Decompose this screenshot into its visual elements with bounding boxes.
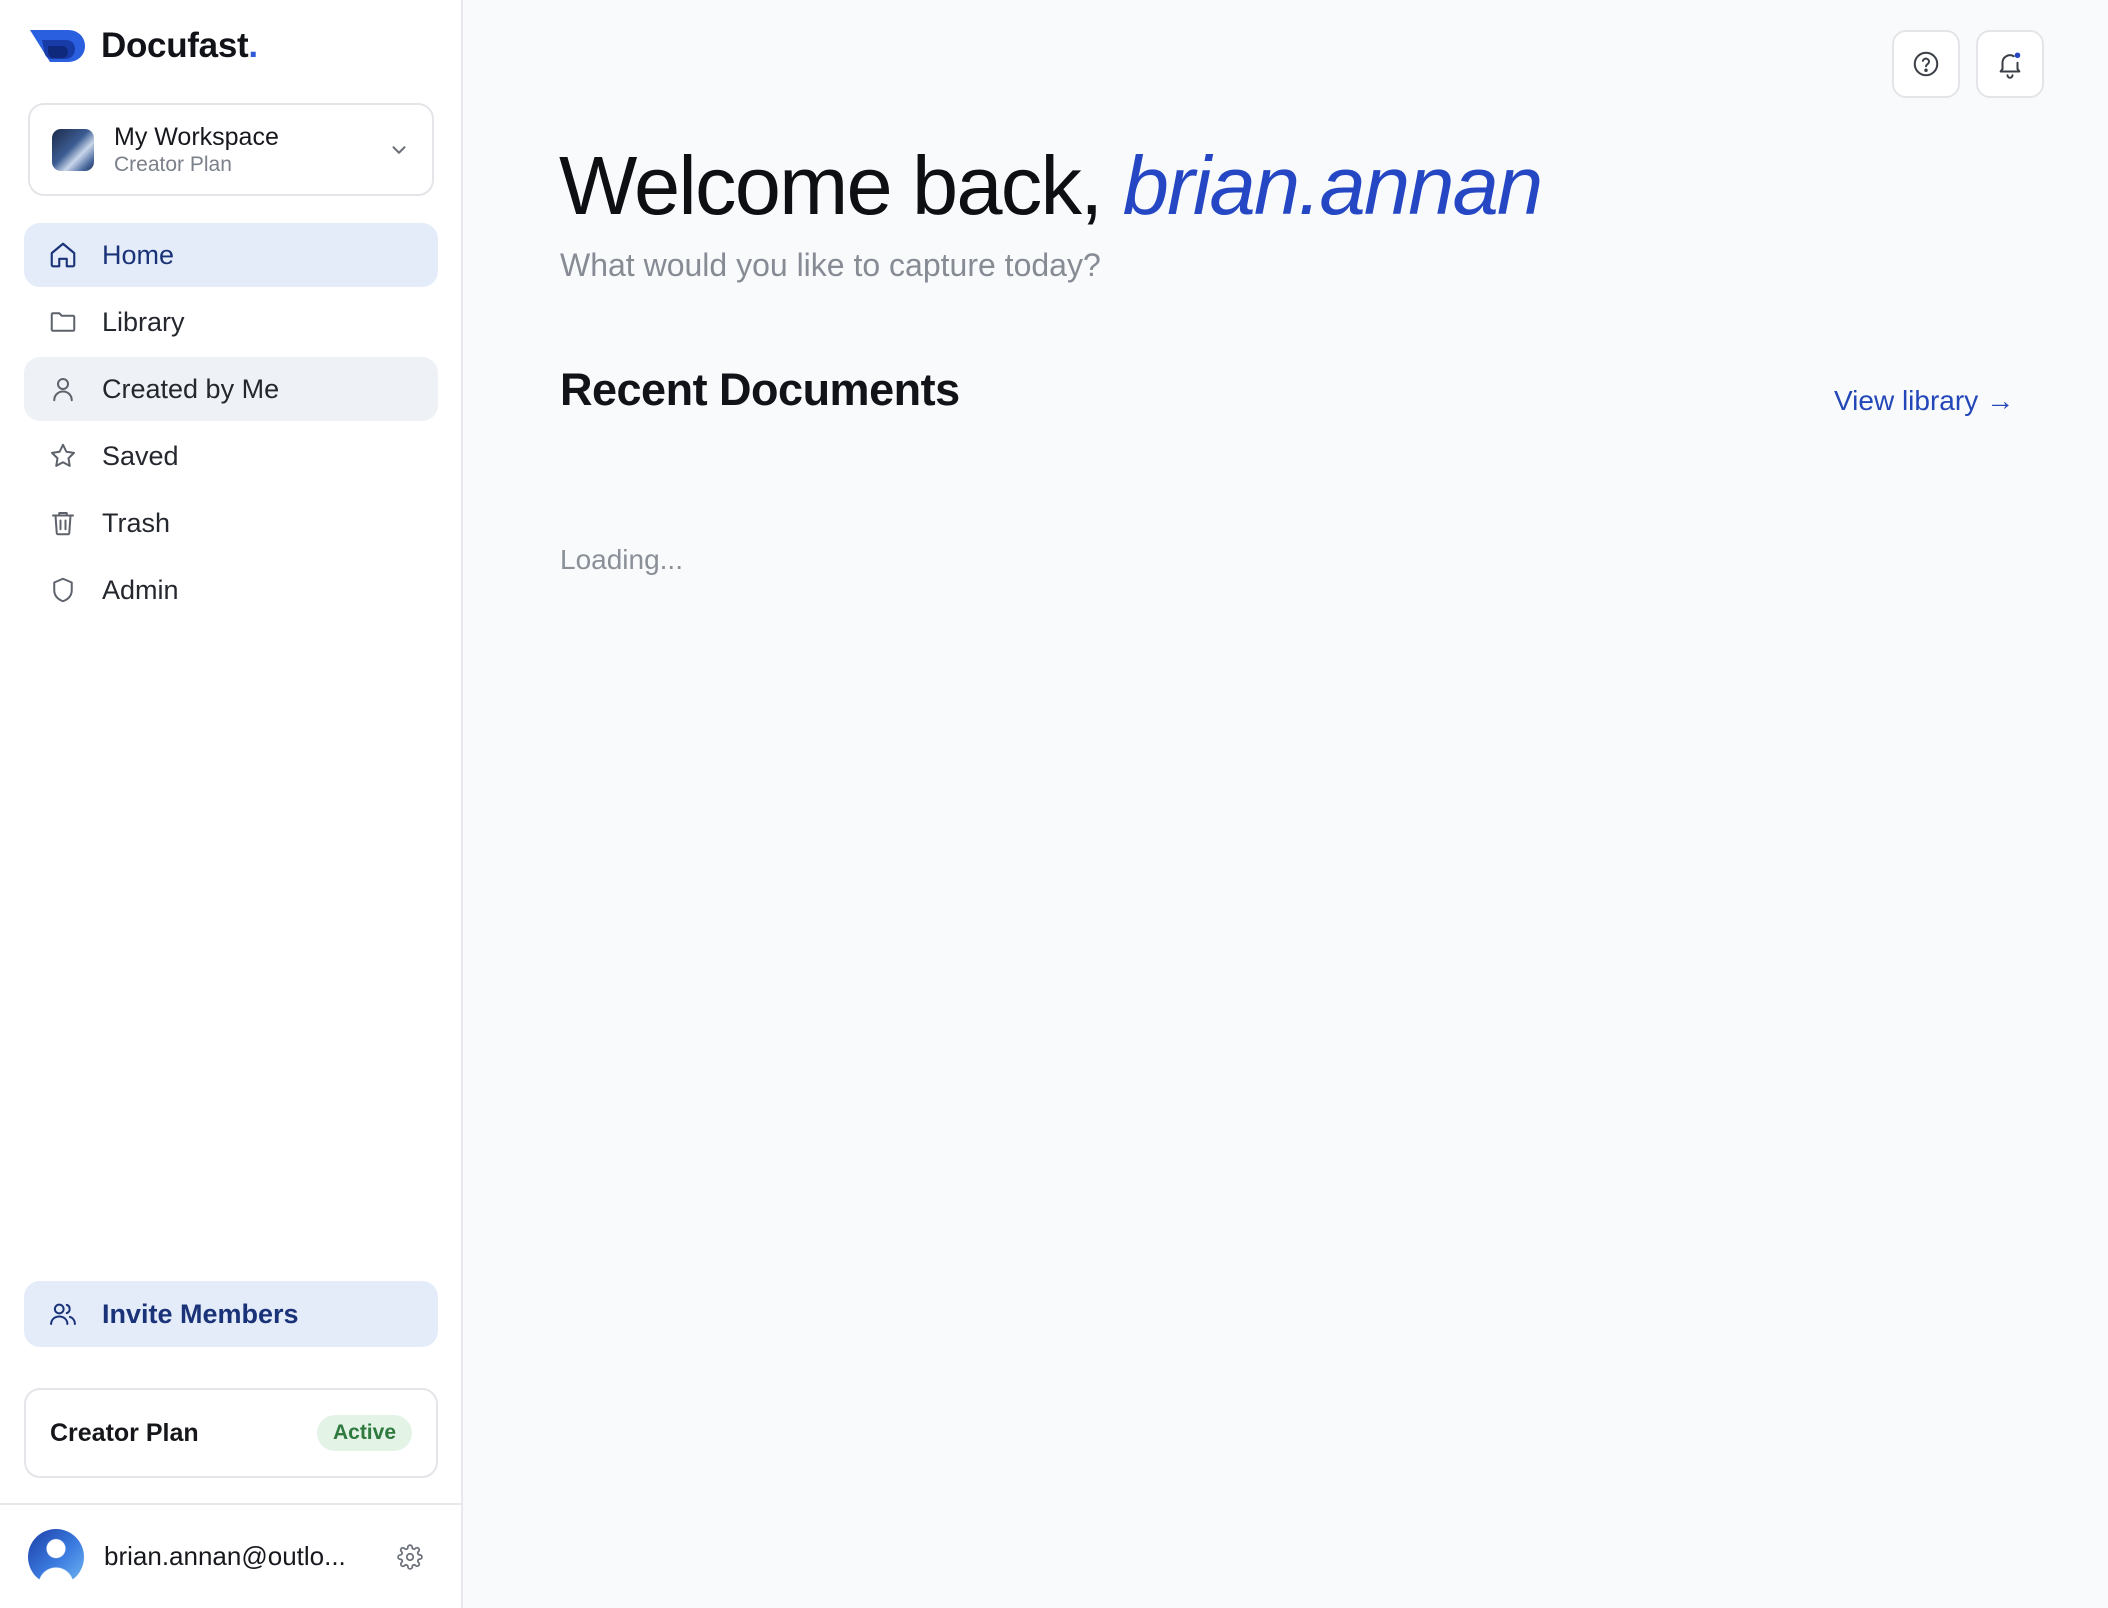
page-subtitle: What would you like to capture today? (560, 247, 1101, 283)
gear-icon[interactable] (397, 1544, 423, 1570)
workspace-name: My Workspace (114, 122, 279, 151)
sidebar-nav: Home Library Created by Me Saved Trash A… (24, 223, 438, 625)
trash-icon (48, 508, 78, 538)
sidebar-item-created-by-me[interactable]: Created by Me (24, 357, 438, 421)
sidebar-item-label: Admin (102, 574, 179, 605)
workspace-avatar (52, 128, 94, 171)
sidebar-item-library[interactable]: Library (24, 290, 438, 354)
sidebar-item-saved[interactable]: Saved (24, 424, 438, 488)
notifications-button[interactable] (1976, 30, 2044, 98)
sidebar-item-admin[interactable]: Admin (24, 558, 438, 622)
brand[interactable]: Docufast. (28, 26, 258, 66)
welcome-username: brian.annan (1122, 139, 1543, 232)
user-profile[interactable]: brian.annan@outlo... (0, 1503, 461, 1608)
sidebar-item-label: Home (102, 239, 175, 270)
arrow-right-icon: → (1986, 385, 2015, 416)
status-badge: Active (316, 1415, 412, 1451)
sidebar-item-label: Saved (102, 440, 179, 471)
workspace-plan: Creator Plan (114, 152, 232, 176)
sidebar-item-trash[interactable]: Trash (24, 491, 438, 555)
plan-card[interactable]: Creator Plan Active (24, 1388, 438, 1478)
users-icon (48, 1299, 78, 1329)
avatar (28, 1528, 84, 1585)
user-icon (48, 374, 78, 404)
plan-name: Creator Plan (50, 1418, 199, 1447)
view-library-link[interactable]: View library → (1834, 385, 2014, 417)
recent-documents-heading: Recent Documents (560, 364, 960, 415)
sidebar-item-label: Trash (102, 507, 171, 538)
help-icon (1913, 51, 1939, 77)
invite-members-button[interactable]: Invite Members (24, 1281, 438, 1347)
docufast-logo-icon (30, 30, 85, 62)
invite-members-label: Invite Members (102, 1298, 299, 1329)
shield-icon (48, 575, 78, 605)
folder-icon (48, 307, 78, 337)
home-icon (48, 240, 78, 270)
star-icon (48, 441, 78, 471)
sidebar: Docufast. My Workspace Creator Plan Home… (0, 0, 463, 1608)
loading-text: Loading... (560, 544, 683, 575)
chevron-down-icon (392, 146, 406, 154)
brand-name: Docufast. (101, 26, 258, 65)
sidebar-item-label: Created by Me (102, 373, 280, 404)
bell-icon (1999, 52, 2021, 79)
user-email: brian.annan@outlo... (104, 1541, 346, 1571)
help-button[interactable] (1892, 30, 1960, 98)
sidebar-item-home[interactable]: Home (24, 223, 438, 287)
page-title: Welcome back, brian.annan (559, 139, 1543, 232)
sidebar-item-label: Library (102, 306, 185, 337)
workspace-switcher[interactable]: My Workspace Creator Plan (28, 103, 434, 196)
